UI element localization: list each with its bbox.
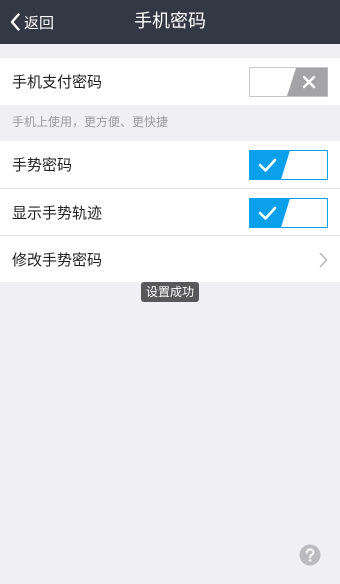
- help-button[interactable]: [299, 544, 321, 566]
- question-mark-icon: [299, 544, 321, 566]
- payment-password-toggle[interactable]: [249, 67, 328, 97]
- change-gesture-password-row[interactable]: 修改手势密码: [0, 235, 340, 282]
- payment-password-hint: 手机上使用，更方便、更快捷: [12, 115, 169, 129]
- success-toast: 设置成功: [141, 282, 199, 302]
- change-gesture-password-label: 修改手势密码: [12, 250, 103, 269]
- chevron-right-icon: [319, 252, 328, 268]
- show-gesture-trail-row: 显示手势轨迹: [0, 188, 340, 235]
- gesture-password-row: 手势密码: [0, 141, 340, 188]
- payment-password-row: 手机支付密码: [0, 58, 340, 105]
- top-navbar: 返回 手机密码: [0, 0, 340, 44]
- show-gesture-trail-toggle[interactable]: [249, 198, 328, 228]
- show-gesture-trail-label: 显示手势轨迹: [12, 203, 103, 222]
- gesture-password-label: 手势密码: [12, 156, 73, 174]
- gesture-password-toggle[interactable]: [249, 150, 328, 180]
- payment-password-label: 手机支付密码: [12, 73, 103, 91]
- gesture-password-section: 手势密码 显示手势轨迹 修改手势密码: [0, 141, 340, 282]
- page-title: 手机密码: [134, 11, 206, 32]
- payment-password-section: 手机支付密码: [0, 58, 340, 105]
